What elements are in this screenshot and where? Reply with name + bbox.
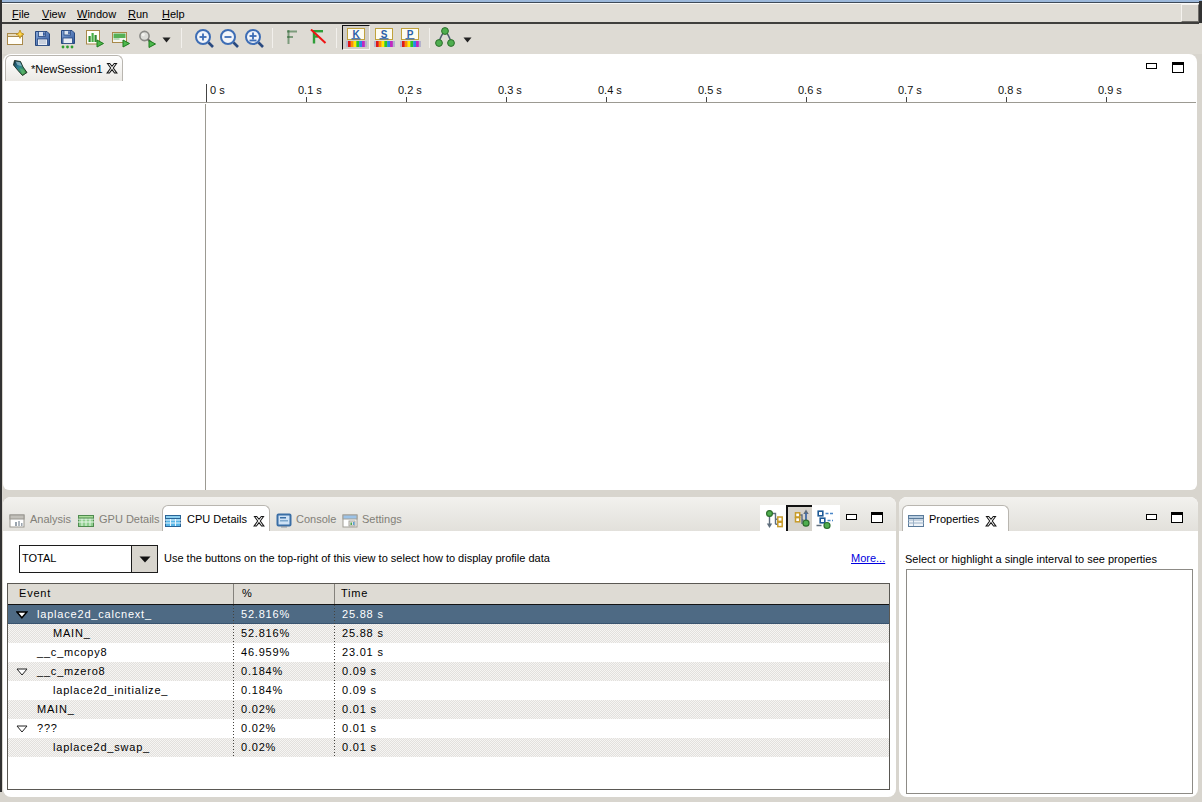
svg-text:K: K: [352, 29, 360, 40]
svg-text:S: S: [381, 29, 388, 40]
svg-text:P: P: [407, 29, 414, 40]
